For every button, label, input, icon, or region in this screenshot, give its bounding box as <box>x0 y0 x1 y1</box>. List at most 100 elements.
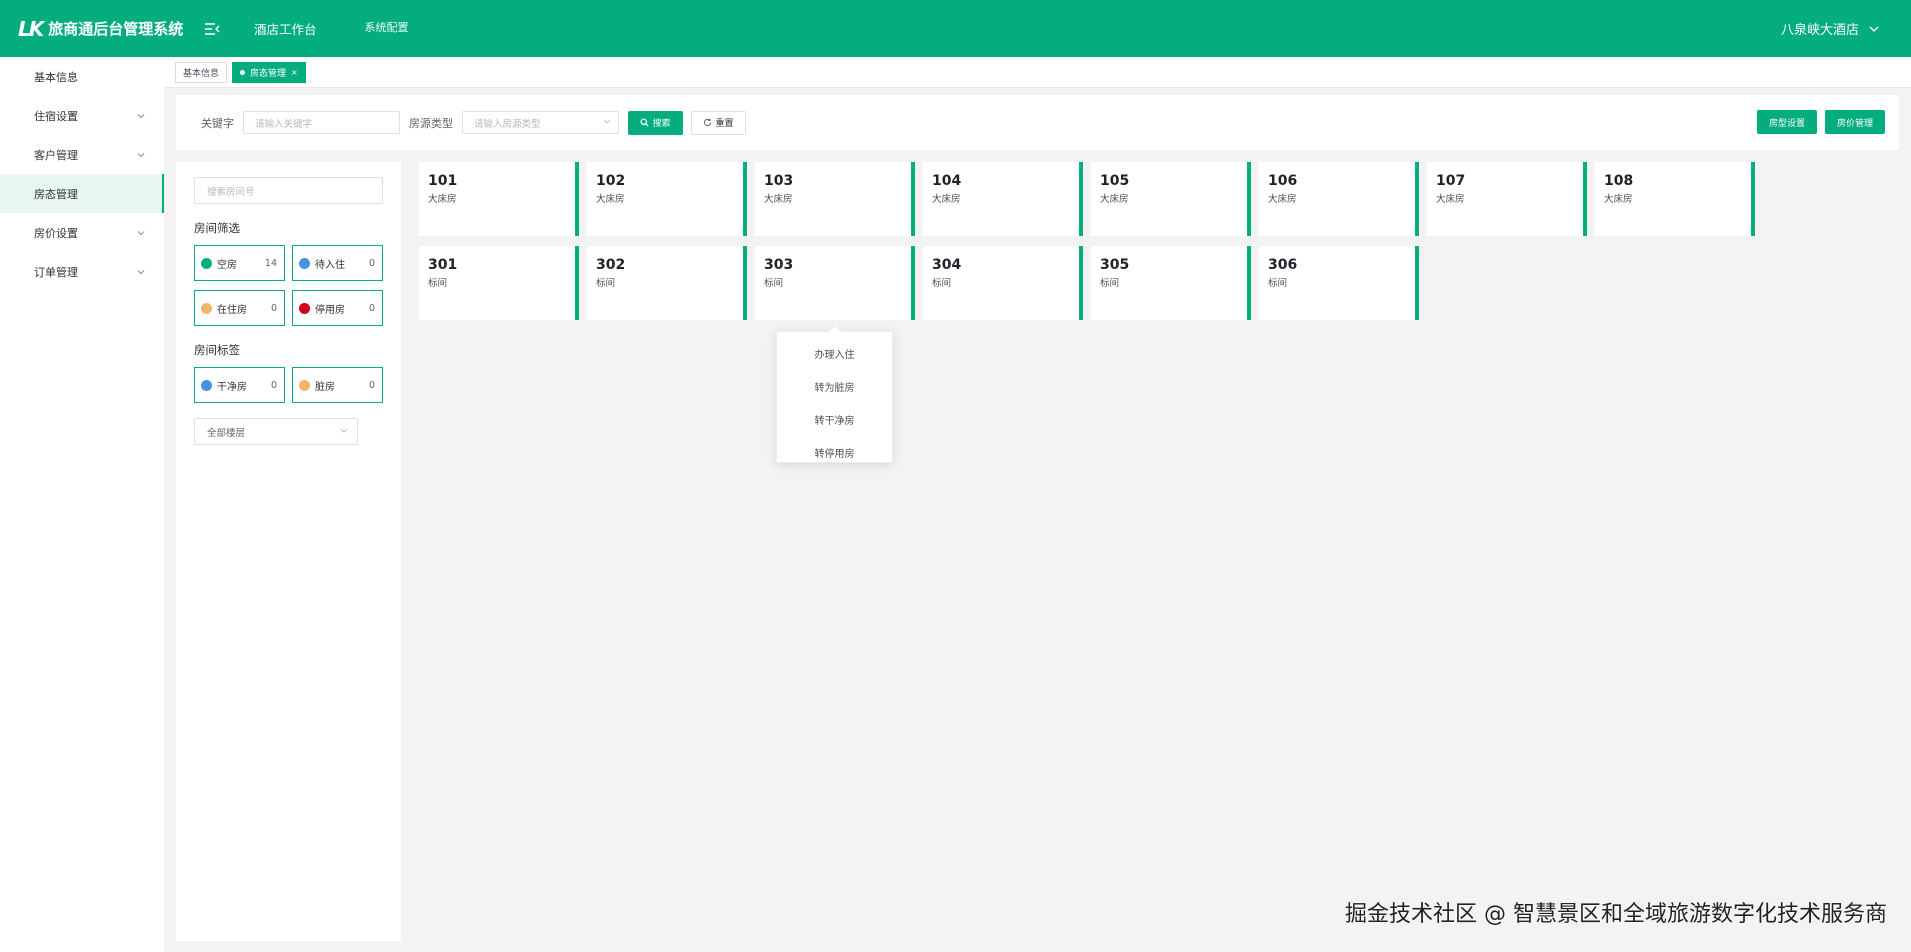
room-price-management-button[interactable]: 房价管理 <box>1825 110 1885 134</box>
tag-label: 房态管理 <box>250 68 287 79</box>
filter-clean[interactable]: 干净房 0 <box>194 367 285 403</box>
action-buttons: 房型设置 房价管理 <box>1749 110 1885 134</box>
room-type: 标间 <box>764 278 784 289</box>
status-dot-icon <box>299 379 310 391</box>
search-button-label: 搜索 <box>652 119 671 129</box>
reset-button[interactable]: 重置 <box>691 110 746 135</box>
room-type: 大床房 <box>932 194 961 205</box>
tag-filter-title: 房间标签 <box>194 343 240 357</box>
filter-count: 0 <box>270 302 277 314</box>
room-number: 101 <box>428 173 458 189</box>
room-type: 大床房 <box>1268 194 1297 205</box>
sidebar-item-label: 房价设置 <box>34 226 78 240</box>
room-number-search-input[interactable]: 搜索房间号 <box>194 177 383 204</box>
room-card[interactable]: 108 大床房 <box>1595 162 1755 236</box>
tag-room-status[interactable]: 房态管理 × <box>232 61 306 83</box>
watermark: 掘金技术社区 @ 智慧景区和全域旅游数字化技术服务商 <box>1345 902 1887 927</box>
room-number: 303 <box>764 257 794 273</box>
room-card[interactable]: 103 大床房 <box>755 162 915 236</box>
sidebar-item-customers[interactable]: 客户管理 <box>0 135 164 174</box>
menu-item-check-in[interactable]: 办理入住 <box>777 337 892 370</box>
filter-disabled[interactable]: 停用房 0 <box>292 290 383 326</box>
room-type-placeholder: 请输入房源类型 <box>474 118 541 130</box>
search-bar: 关键字 请输入关键字 房源类型 请输入房源类型 搜索 重置 房型设置 房价管理 <box>176 95 1899 150</box>
room-type: 大床房 <box>764 194 793 205</box>
sidebar: 基本信息 住宿设置 客户管理 房态管理 房价设置 订单管理 <box>0 57 164 952</box>
sidebar-item-room-price[interactable]: 房价设置 <box>0 213 164 252</box>
room-type-label: 房源类型 <box>409 116 453 130</box>
room-card[interactable]: 102 大床房 <box>587 162 747 236</box>
filter-panel: 搜索房间号 房间筛选 空房 14 待入住 0 在住房 0 停用房 0 房间标签 … <box>176 162 401 941</box>
room-card[interactable]: 106 大床房 <box>1259 162 1419 236</box>
reset-button-label: 重置 <box>715 119 734 129</box>
room-number: 306 <box>1268 257 1298 273</box>
room-card[interactable]: 301 标间 <box>419 246 579 320</box>
tag-basic-info[interactable]: 基本信息 <box>175 61 228 83</box>
sidebar-item-room-status[interactable]: 房态管理 <box>0 174 164 213</box>
tags-view: 基本信息 房态管理 × <box>164 57 1911 88</box>
sidebar-item-label: 订单管理 <box>34 265 78 279</box>
filter-count: 0 <box>368 257 375 269</box>
room-type: 标间 <box>428 278 448 289</box>
keyword-placeholder: 请输入关键字 <box>255 118 313 130</box>
menu-collapse-icon[interactable] <box>200 17 224 41</box>
room-card[interactable]: 104 大床房 <box>923 162 1083 236</box>
brand: LK 旅商通后台管理系统 <box>0 17 196 41</box>
room-number: 102 <box>596 173 626 189</box>
hotel-selector[interactable]: 八泉峡大酒店 <box>1781 0 1879 57</box>
filter-count: 0 <box>270 379 277 391</box>
room-card[interactable]: 101 大床房 <box>419 162 579 236</box>
room-type: 大床房 <box>428 194 457 205</box>
room-card[interactable]: 107 大床房 <box>1427 162 1587 236</box>
topnav-system-config[interactable]: 系统配置 <box>365 19 409 38</box>
room-card[interactable]: 304 标间 <box>923 246 1083 320</box>
hotel-name: 八泉峡大酒店 <box>1780 23 1859 38</box>
room-number: 302 <box>596 257 626 273</box>
filter-count: 0 <box>368 302 375 314</box>
room-number: 106 <box>1268 173 1298 189</box>
room-type: 大床房 <box>1100 194 1129 205</box>
room-search-placeholder: 搜索房间号 <box>207 186 255 198</box>
logo-icon: LK <box>18 16 44 41</box>
room-number: 301 <box>428 257 458 273</box>
search-button[interactable]: 搜索 <box>628 110 683 135</box>
floor-select[interactable]: 全部楼层 <box>194 418 358 445</box>
close-icon[interactable]: × <box>291 68 298 77</box>
filter-count: 14 <box>264 257 277 269</box>
filter-label: 干净房 <box>217 381 247 393</box>
room-card[interactable]: 305 标间 <box>1091 246 1251 320</box>
chevron-down-icon <box>340 428 348 433</box>
room-type: 大床房 <box>596 194 625 205</box>
menu-item-disable-room[interactable]: 转停用房 <box>777 436 892 469</box>
chevron-down-icon <box>603 119 611 124</box>
room-type-select[interactable]: 请输入房源类型 <box>462 111 619 134</box>
room-card[interactable]: 105 大床房 <box>1091 162 1251 236</box>
floor-select-value: 全部楼层 <box>207 427 246 439</box>
room-type: 标间 <box>1100 278 1120 289</box>
filter-occupied[interactable]: 在住房 0 <box>194 290 285 326</box>
sidebar-item-accommodation[interactable]: 住宿设置 <box>0 96 164 135</box>
filter-label: 脏房 <box>315 381 335 393</box>
keyword-input[interactable]: 请输入关键字 <box>243 111 400 134</box>
room-card[interactable]: 302 标间 <box>587 246 747 320</box>
room-card[interactable]: 303 标间 <box>755 246 915 320</box>
filter-pending-checkin[interactable]: 待入住 0 <box>292 245 383 281</box>
topnav-hotel-workbench[interactable]: 酒店工作台 <box>254 19 317 38</box>
sidebar-item-label: 基本信息 <box>34 70 78 84</box>
filter-vacant[interactable]: 空房 14 <box>194 245 285 281</box>
filter-dirty[interactable]: 脏房 0 <box>292 367 383 403</box>
status-dot-icon <box>299 257 310 269</box>
sidebar-item-orders[interactable]: 订单管理 <box>0 252 164 291</box>
filter-label: 停用房 <box>315 304 345 316</box>
room-context-menu: 办理入住 转为脏房 转干净房 转停用房 <box>776 326 893 463</box>
sidebar-item-basic-info[interactable]: 基本信息 <box>0 57 164 96</box>
sidebar-item-label: 客户管理 <box>34 148 78 162</box>
menu-item-mark-dirty[interactable]: 转为脏房 <box>777 370 892 403</box>
search-icon <box>640 118 650 127</box>
room-card[interactable]: 306 标间 <box>1259 246 1419 320</box>
room-number: 105 <box>1100 173 1130 189</box>
filter-count: 0 <box>368 379 375 391</box>
room-type-settings-button[interactable]: 房型设置 <box>1757 110 1817 134</box>
filter-label: 在住房 <box>217 304 247 316</box>
menu-item-mark-clean[interactable]: 转干净房 <box>777 403 892 436</box>
